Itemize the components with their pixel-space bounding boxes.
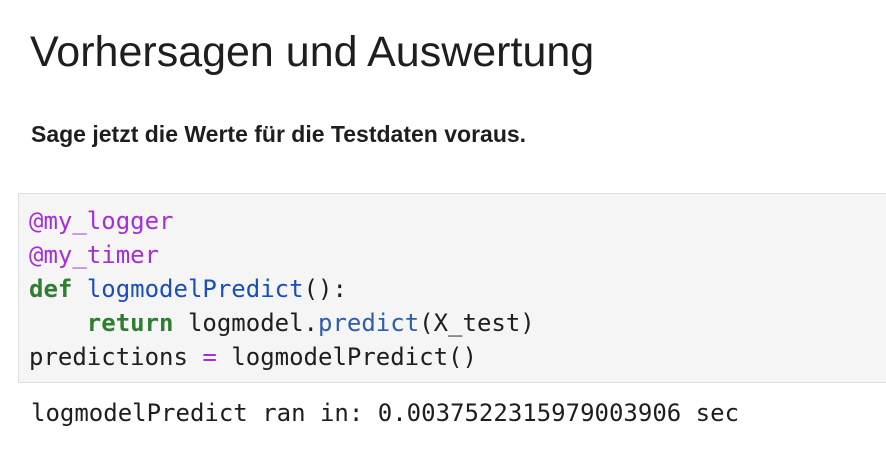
code-line-2: @my_timer: [29, 238, 535, 272]
decorator-token: @my_logger: [29, 207, 174, 235]
keyword-token: def: [29, 275, 73, 303]
arguments-token: (X_test): [419, 309, 535, 337]
code-line-4: return logmodel.predict(X_test): [29, 306, 535, 340]
call-token: logmodelPredict(): [216, 343, 477, 371]
object-token: logmodel.: [187, 309, 318, 337]
decorator-token: @my_timer: [29, 241, 160, 269]
markdown-heading: Vorhersagen und Auswertung: [30, 28, 595, 76]
markdown-subheading: Sage jetzt die Werte für die Testdaten v…: [31, 121, 527, 147]
code-line-3: def logmodelPredict():: [29, 272, 535, 306]
indent-token: [29, 309, 87, 337]
code-line-1: @my_logger: [29, 204, 535, 238]
operator-token: =: [202, 343, 217, 371]
punctuation-token: ():: [303, 275, 347, 303]
code-cell-input[interactable]: @my_logger @my_timerdef logmodelPredict()…: [18, 193, 886, 383]
cell-output: logmodelPredict ran in: 0.00375223159790…: [31, 399, 740, 427]
code-editor[interactable]: @my_logger @my_timerdef logmodelPredict()…: [29, 204, 535, 374]
variable-token: predictions: [29, 343, 203, 371]
method-token: predict: [318, 309, 420, 337]
keyword-token: return: [86, 309, 174, 337]
code-line-5: predictions = logmodelPredict(): [29, 340, 535, 374]
function-name-token: logmodelPredict: [86, 275, 304, 303]
